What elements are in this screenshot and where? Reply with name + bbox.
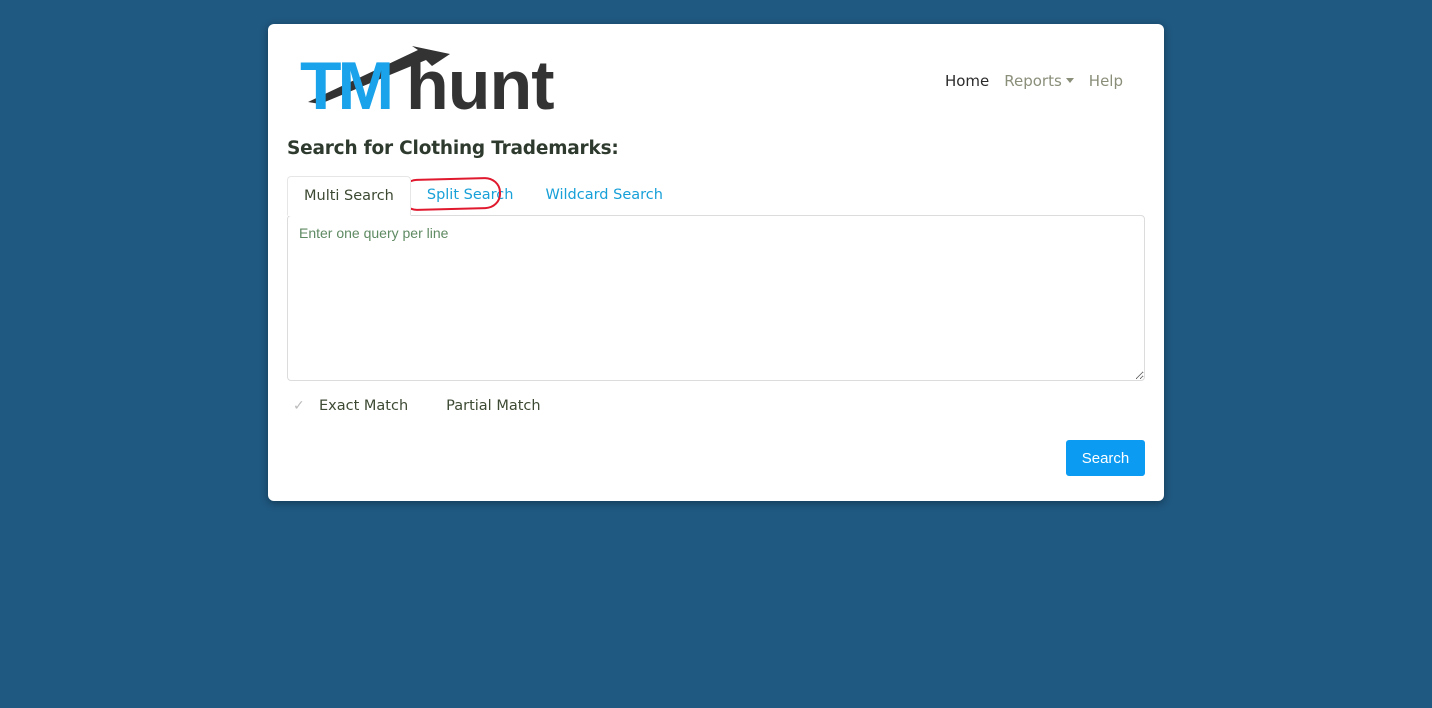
- exact-match-option[interactable]: ✓ Exact Match: [293, 398, 408, 414]
- tmhunt-logo: TM hunt: [300, 46, 555, 116]
- nav-home[interactable]: Home: [945, 72, 989, 90]
- search-button[interactable]: Search: [1066, 440, 1145, 476]
- nav-help[interactable]: Help: [1089, 72, 1123, 90]
- query-input[interactable]: [287, 215, 1145, 381]
- partial-match-option[interactable]: Partial Match: [446, 398, 540, 414]
- search-tabs: Multi Search Split Search Wildcard Searc…: [287, 176, 679, 216]
- search-card: TM hunt Home Reports Help Search for Clo…: [268, 24, 1164, 501]
- nav-reports[interactable]: Reports: [1004, 72, 1074, 90]
- partial-match-label: Partial Match: [446, 398, 541, 414]
- check-icon: ✓: [293, 398, 305, 414]
- tab-split-search[interactable]: Split Search: [411, 176, 530, 215]
- match-options: ✓ Exact Match Partial Match: [293, 398, 541, 414]
- tab-wildcard-search[interactable]: Wildcard Search: [529, 176, 678, 215]
- caret-down-icon: [1065, 78, 1074, 83]
- top-nav: Home Reports Help: [945, 72, 1123, 90]
- nav-reports-label: Reports: [1004, 72, 1062, 90]
- page-title: Search for Clothing Trademarks:: [287, 138, 619, 159]
- logo-text-tm: TM: [300, 48, 391, 116]
- tab-multi-search[interactable]: Multi Search: [287, 176, 411, 216]
- exact-match-label: Exact Match: [319, 398, 409, 414]
- logo-text-hunt: hunt: [406, 46, 554, 116]
